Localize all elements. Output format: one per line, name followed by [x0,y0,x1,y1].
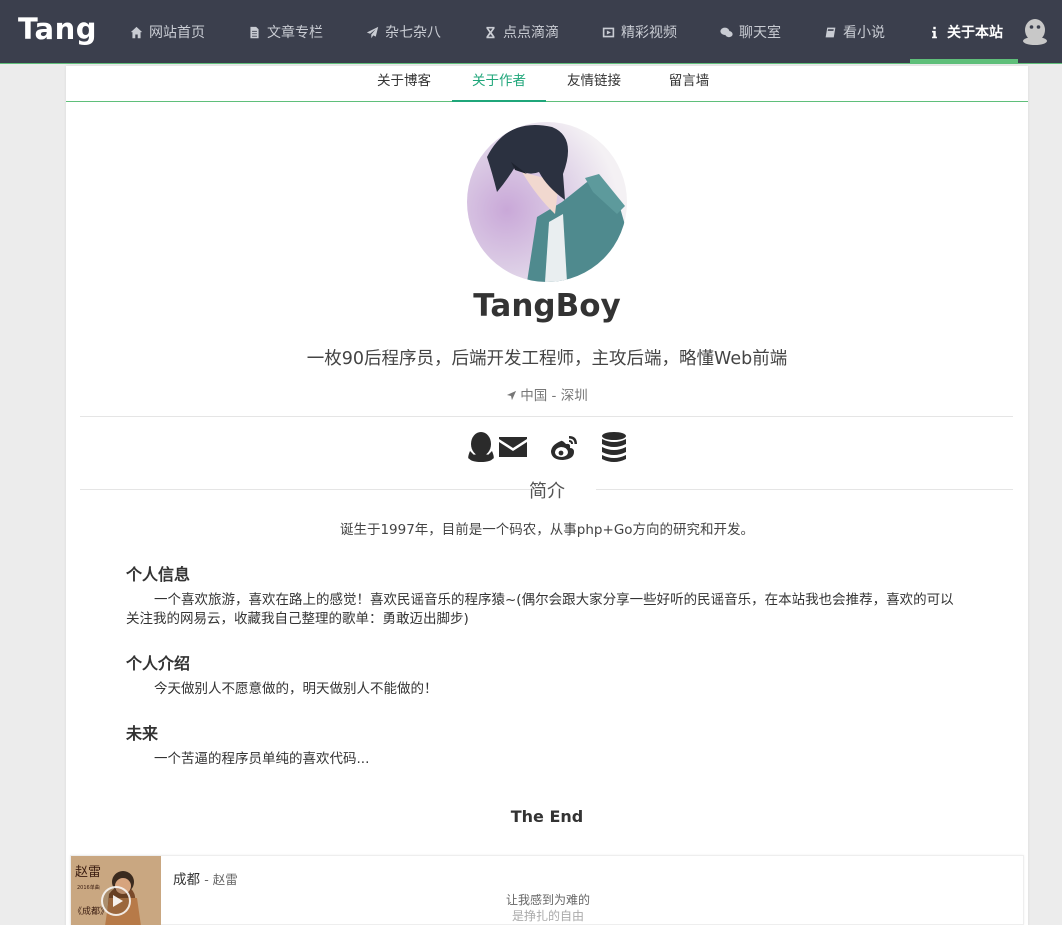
nav-item-label: 精彩视频 [621,25,677,41]
tab-friend-links[interactable]: 友情链接 [550,66,638,102]
section-personal-info: 个人信息 一个喜欢旅游，喜欢在路上的感觉！喜欢民谣音乐的程序猿~(偶尔会跟大家分… [126,561,966,629]
section-personal-intro: 个人介绍 今天做别人不愿意做的，明天做别人不能做的！ [126,650,966,699]
nav-item-label: 点点滴滴 [503,25,559,41]
music-player: 赵雷 2016单曲 《成都》 成都 - 赵雷 让我感到为难的 是挣扎的自由 [70,855,1024,925]
author-location: 中国 - 深圳 [66,384,1028,404]
location-text: 中国 - 深圳 [520,388,588,404]
nav-item-articles[interactable]: 文章专栏 [248,0,323,64]
section-heading: 个人介绍 [126,654,191,673]
tab-message-wall[interactable]: 留言墙 [646,66,732,102]
lyric-current: 让我感到为难的 [505,893,590,907]
nav-item-novels[interactable]: 看小说 [824,0,885,64]
section-heading: 未来 [126,724,159,743]
the-end-label: The End [510,807,584,826]
video-icon [602,27,615,37]
social-database[interactable] [601,430,627,464]
weibo-icon [551,436,577,460]
home-icon [130,26,143,38]
document-icon [250,26,259,38]
song-info: 成都 - 赵雷 [173,868,238,888]
tab-about-blog[interactable]: 关于博客 [360,66,448,102]
section-text: 今天做别人不愿意做的，明天做别人不能做的！ [154,681,438,697]
location-arrow-icon [507,390,517,401]
wechat-icon [720,27,733,37]
nav-item-label: 看小说 [843,25,885,41]
email-icon [499,437,527,457]
nav-item-home[interactable]: 网站首页 [130,0,205,64]
nav-active-indicator [910,59,1018,64]
nav-item-videos[interactable]: 精彩视频 [602,0,677,64]
paper-plane-icon [366,26,379,38]
song-title: 成都 [173,872,200,888]
info-icon [932,26,937,38]
nav-item-label: 网站首页 [149,25,205,41]
tab-about-author[interactable]: 关于作者 [452,66,546,102]
user-avatar-icon[interactable] [1022,18,1048,46]
nav-item-chatroom[interactable]: 聊天室 [720,0,781,64]
sub-tabs: 关于博客 关于作者 友情链接 留言墙 [66,66,1028,102]
nav-item-label: 文章专栏 [267,25,323,41]
qq-icon [468,432,494,462]
brand-logo[interactable]: Tang [18,12,97,46]
section-text: 一个苦逼的程序员单纯的喜欢代码... [154,751,370,767]
hourglass-icon [486,26,495,38]
nav-item-label: 关于本站 [947,25,1003,41]
author-tagline: 一枚90后程序员，后端开发工程师，主攻后端，略懂Web前端 [306,349,788,369]
social-email[interactable] [498,430,528,464]
divider [80,416,1013,417]
nav-item-label: 杂七杂八 [385,25,441,41]
album-artist-text: 赵雷 [75,865,101,880]
intro-text: 诞生于1997年，目前是一个码农，从事php+Go方向的研究和开发。 [339,522,755,538]
section-heading: 个人信息 [126,565,191,584]
album-year-text: 2016单曲 [77,884,100,891]
social-qq[interactable] [466,430,496,464]
author-name: TangBoy [473,288,621,324]
nav-item-about[interactable]: 关于本站 [928,0,1003,64]
song-artist: - 赵雷 [204,872,238,887]
top-nav: Tang 网站首页 文章专栏 杂七杂八 点点滴滴 精彩视频 聊天室 看小说 关于… [0,0,1062,64]
section-future: 未来 一个苦逼的程序员单纯的喜欢代码... [126,720,966,769]
section-text: 一个喜欢旅游，喜欢在路上的感觉！喜欢民谣音乐的程序猿~(偶尔会跟大家分享一些好听… [126,592,954,627]
lyric-next: 是挣扎的自由 [511,909,584,923]
about-card: 关于博客 关于作者 友情链接 留言墙 TangBoy 一枚90后程序员，后端开发… [66,66,1028,925]
social-weibo[interactable] [549,430,579,464]
nav-item-label: 聊天室 [739,25,781,41]
book-icon [825,27,836,37]
intro-title: 简介 [529,481,565,502]
author-avatar [467,122,627,282]
database-icon [602,432,626,462]
nav-item-moments[interactable]: 点点滴滴 [484,0,559,64]
nav-item-misc[interactable]: 杂七杂八 [366,0,441,64]
